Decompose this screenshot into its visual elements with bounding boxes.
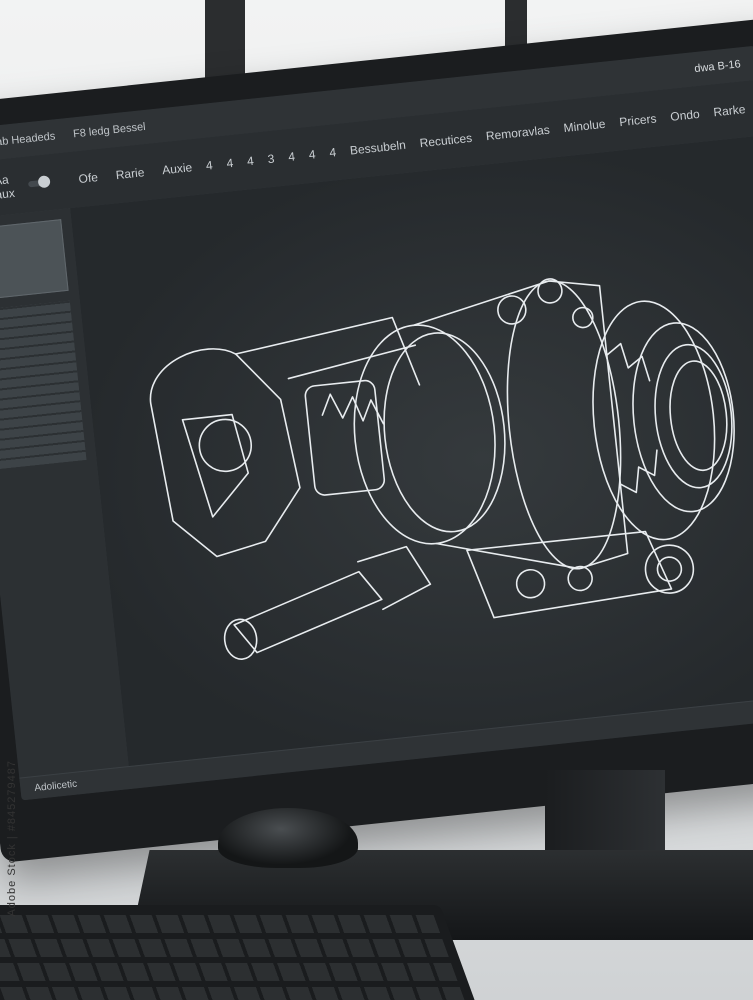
- toolbar-sub-items: Ofe Rarie Auxie: [78, 160, 193, 186]
- gear-assembly-icon: [149, 278, 735, 660]
- toolbar-right-tab[interactable]: Minolue: [563, 117, 606, 135]
- menu-item[interactable]: Ally Fab Headeds: [0, 130, 56, 151]
- menu-item[interactable]: F8 ledg Bessel: [73, 121, 147, 141]
- sub-item[interactable]: Ofe: [78, 170, 99, 186]
- zoom-slider[interactable]: [27, 179, 46, 188]
- ruler-number: 4: [205, 158, 214, 173]
- cad-screen: Ally Fab Headeds F8 ledg Bessel dwa B-16…: [0, 45, 753, 801]
- ruler-number: 4: [308, 147, 317, 162]
- ruler-number: 3: [266, 151, 276, 167]
- toolbar-right-item[interactable]: Rarke: [713, 102, 746, 119]
- ruler-number: 4: [328, 145, 337, 160]
- preview-thumbnail[interactable]: [0, 219, 69, 301]
- stock-watermark: Adobe Stock | #845279487: [6, 760, 18, 917]
- toolbar-label: Aa aux: [0, 172, 16, 202]
- ruler-number: 4: [287, 149, 296, 165]
- keyboard: [0, 905, 481, 1000]
- toolbar-right-tab[interactable]: Recutices: [419, 131, 473, 150]
- window-title: dwa B-16: [693, 58, 742, 76]
- toolbar-right-item[interactable]: Ondo: [670, 107, 701, 124]
- photo-scene: Ally Fab Headeds F8 ledg Bessel dwa B-16…: [0, 0, 753, 1000]
- sub-item[interactable]: Rarie: [115, 165, 145, 182]
- monitor: Ally Fab Headeds F8 ledg Bessel dwa B-16…: [0, 17, 753, 863]
- cad-viewport[interactable]: [70, 135, 753, 789]
- toolbar-right-tab[interactable]: Remoravlas: [485, 123, 550, 144]
- status-text: Adolicetic: [33, 778, 78, 794]
- keyboard-keys: [0, 915, 467, 1000]
- ruler-caption: Bessubeln: [349, 137, 407, 158]
- ruler-number: 4: [246, 153, 255, 169]
- ruler-number: 4: [225, 155, 234, 171]
- layer-list[interactable]: [0, 300, 87, 470]
- sub-item[interactable]: Auxie: [161, 160, 192, 177]
- toolbar-right-tab[interactable]: Pricers: [619, 111, 658, 129]
